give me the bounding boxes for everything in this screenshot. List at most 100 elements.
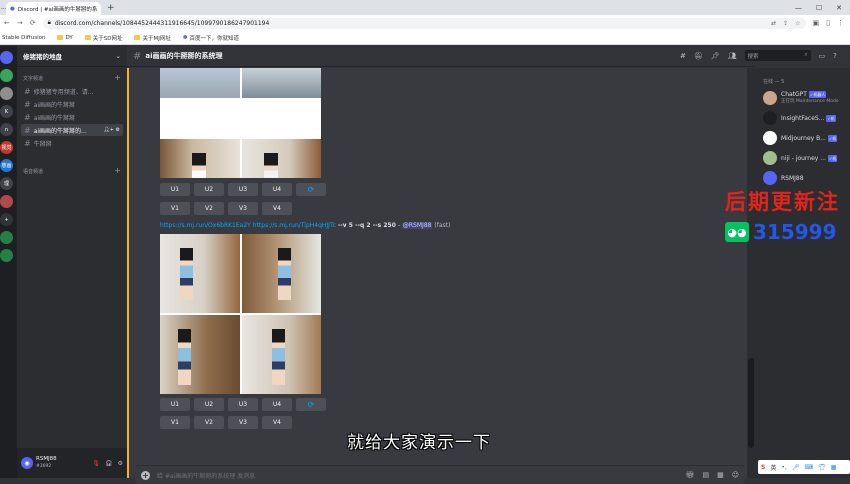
u4-button[interactable]: U4 xyxy=(262,398,292,411)
u2-button[interactable]: U2 xyxy=(194,398,224,411)
v4-button[interactable]: V4 xyxy=(262,202,292,215)
prompt-link-1[interactable]: https://s.mj.run/Ox6bRK1Ea2Y xyxy=(160,222,251,229)
channel-item[interactable]: # ai画画的牛掰掰的... 👤︎+ ⚙ xyxy=(21,124,123,136)
settings-gear-icon[interactable]: ⚙ xyxy=(118,460,123,467)
v1-button[interactable]: V1 xyxy=(160,416,190,429)
maximize-icon[interactable]: ☐ xyxy=(816,4,822,12)
server-icon[interactable] xyxy=(0,87,13,100)
browser-menu-icon[interactable]: ⋮ xyxy=(837,19,844,27)
channel-category[interactable]: 文字频道 + xyxy=(17,67,127,84)
v3-button[interactable]: V3 xyxy=(228,416,258,429)
u1-button[interactable]: U1 xyxy=(160,398,190,411)
server-header[interactable]: 修猪猪的地盘 ⌄ xyxy=(17,46,127,67)
scrollbar[interactable] xyxy=(747,68,755,478)
mute-mic-icon[interactable]: 🎙︎ xyxy=(92,460,100,467)
punctuation-icon[interactable]: •, xyxy=(781,464,786,471)
prompt-link-2[interactable]: https://s.mj.run/TipH4qHJJTc xyxy=(253,222,336,229)
add-channel-icon[interactable]: + xyxy=(114,167,121,175)
server-icon[interactable]: K xyxy=(0,105,13,118)
help-icon[interactable]: ? xyxy=(833,52,837,60)
server-icon[interactable]: + xyxy=(0,213,13,226)
minimize-icon[interactable]: — xyxy=(795,4,802,12)
member-item[interactable]: RSMJ88 xyxy=(755,168,850,188)
bookmark-sd[interactable]: Stable Diffusion xyxy=(2,35,45,41)
channel-item[interactable]: # 牛掰掰 xyxy=(21,137,123,149)
image-grid-1[interactable] xyxy=(160,68,321,178)
generated-image[interactable] xyxy=(160,68,240,98)
member-item[interactable]: ChatGPT ✓机器人 正在玩 Maintenance Mode xyxy=(755,88,850,108)
server-icon[interactable] xyxy=(0,249,13,262)
url-input[interactable]: 🔒︎ discord.com/channels/1084452444311916… xyxy=(42,17,806,29)
extension-icon[interactable]: ▣ xyxy=(813,19,820,27)
server-icon[interactable] xyxy=(0,231,13,244)
share-icon[interactable]: ⇪ xyxy=(783,20,788,27)
scrollbar-thumb[interactable] xyxy=(748,358,754,448)
message-input[interactable]: 给 #ai画画的牛掰掰的系统理 发消息 xyxy=(157,471,255,480)
ime-language[interactable]: 英 xyxy=(770,463,776,472)
apps-icon[interactable]: ▦ xyxy=(831,464,837,471)
u3-button[interactable]: U3 xyxy=(228,183,258,196)
u4-button[interactable]: U4 xyxy=(262,183,292,196)
inbox-icon[interactable]: ▭ xyxy=(819,52,826,60)
server-icon[interactable]: 慈画 xyxy=(0,159,13,172)
bookmark-dy[interactable]: DY xyxy=(57,35,73,41)
tab-close-icon[interactable]: × xyxy=(100,6,101,12)
server-icon[interactable]: 理 xyxy=(0,177,13,190)
forward-icon[interactable]: → xyxy=(17,19,23,27)
generated-image[interactable] xyxy=(241,234,321,313)
generated-image[interactable] xyxy=(241,315,321,394)
bookmark-mj-sites[interactable]: 关于MJ网址 xyxy=(134,34,171,42)
v2-button[interactable]: V2 xyxy=(194,416,224,429)
channel-item[interactable]: # ai画画的牛掰掰 xyxy=(21,111,123,123)
bookmark-sd-sites[interactable]: 关于SD网址 xyxy=(84,34,122,42)
headphones-icon[interactable]: 🎧︎ xyxy=(105,460,113,467)
server-icon[interactable]: n xyxy=(0,123,13,136)
user-mention[interactable]: @RSMJ88 xyxy=(401,222,433,229)
generated-image[interactable] xyxy=(241,139,321,178)
bookmark-baidu[interactable]: ✽ 百度一下，你就知道 xyxy=(183,34,239,42)
attach-plus-icon[interactable]: + xyxy=(141,470,150,480)
message-composer[interactable]: + 给 #ai画画的牛掰掰的系统理 发消息 🎁︎ ▤ ▦ ☺ xyxy=(135,465,745,484)
member-list-icon[interactable]: 👥︎ xyxy=(728,52,737,60)
add-channel-icon[interactable]: + xyxy=(114,74,121,82)
pin-icon[interactable]: 📌︎ xyxy=(711,52,720,60)
sogou-icon[interactable]: S xyxy=(761,464,765,471)
refresh-button[interactable]: ⟳ xyxy=(296,183,326,196)
u1-button[interactable]: U1 xyxy=(160,183,190,196)
bookmark-star-icon[interactable]: ☆ xyxy=(795,20,800,27)
reload-icon[interactable]: ⟳ xyxy=(30,19,36,27)
refresh-button[interactable]: ⟳ xyxy=(296,398,326,411)
generated-image[interactable] xyxy=(160,315,240,394)
member-item[interactable]: niji - journey ... ✓机 xyxy=(755,148,850,168)
translate-icon[interactable]: ⇄ xyxy=(771,20,776,27)
member-item[interactable]: Midjourney B... ✓机 xyxy=(755,128,850,148)
server-icon[interactable] xyxy=(0,51,13,64)
v3-button[interactable]: V3 xyxy=(228,202,258,215)
threads-icon[interactable]: # xyxy=(680,52,686,60)
u2-button[interactable]: U2 xyxy=(194,183,224,196)
v2-button[interactable]: V2 xyxy=(194,202,224,215)
server-icon[interactable] xyxy=(0,69,13,82)
server-icon[interactable]: 视觉 xyxy=(0,141,13,154)
keyboard-icon[interactable]: ⌨ xyxy=(804,464,813,471)
u3-button[interactable]: U3 xyxy=(228,398,258,411)
notification-bell-icon[interactable]: 🔕︎ xyxy=(694,52,703,60)
generated-image[interactable] xyxy=(160,139,240,178)
back-icon[interactable]: ← xyxy=(4,19,10,27)
generated-image[interactable] xyxy=(160,234,240,313)
generated-image[interactable] xyxy=(241,68,321,98)
microphone-icon[interactable]: 🎤︎ xyxy=(792,464,800,471)
v4-button[interactable]: V4 xyxy=(262,416,292,429)
browser-tab-active[interactable]: ● Discord | #ai画画的牛掰掰的系 × xyxy=(6,2,101,15)
avatar[interactable]: ◉ xyxy=(21,457,33,469)
image-grid-2[interactable] xyxy=(160,234,321,394)
new-tab-button[interactable]: + xyxy=(107,3,115,13)
channel-item[interactable]: # 修猪猪专用频道、请... xyxy=(21,85,123,97)
sidebar-icon[interactable]: ▯ xyxy=(826,19,830,27)
search-input[interactable]: 搜索 ⌕ xyxy=(744,50,811,61)
channel-category[interactable]: 语音频道 + xyxy=(17,160,127,177)
v1-button[interactable]: V1 xyxy=(160,202,190,215)
skin-icon[interactable]: 👕︎ xyxy=(818,464,826,471)
channel-settings-icon[interactable]: 👤︎+ ⚙ xyxy=(103,127,120,133)
channel-item[interactable]: # ai画画的牛掰掰 xyxy=(21,98,123,110)
